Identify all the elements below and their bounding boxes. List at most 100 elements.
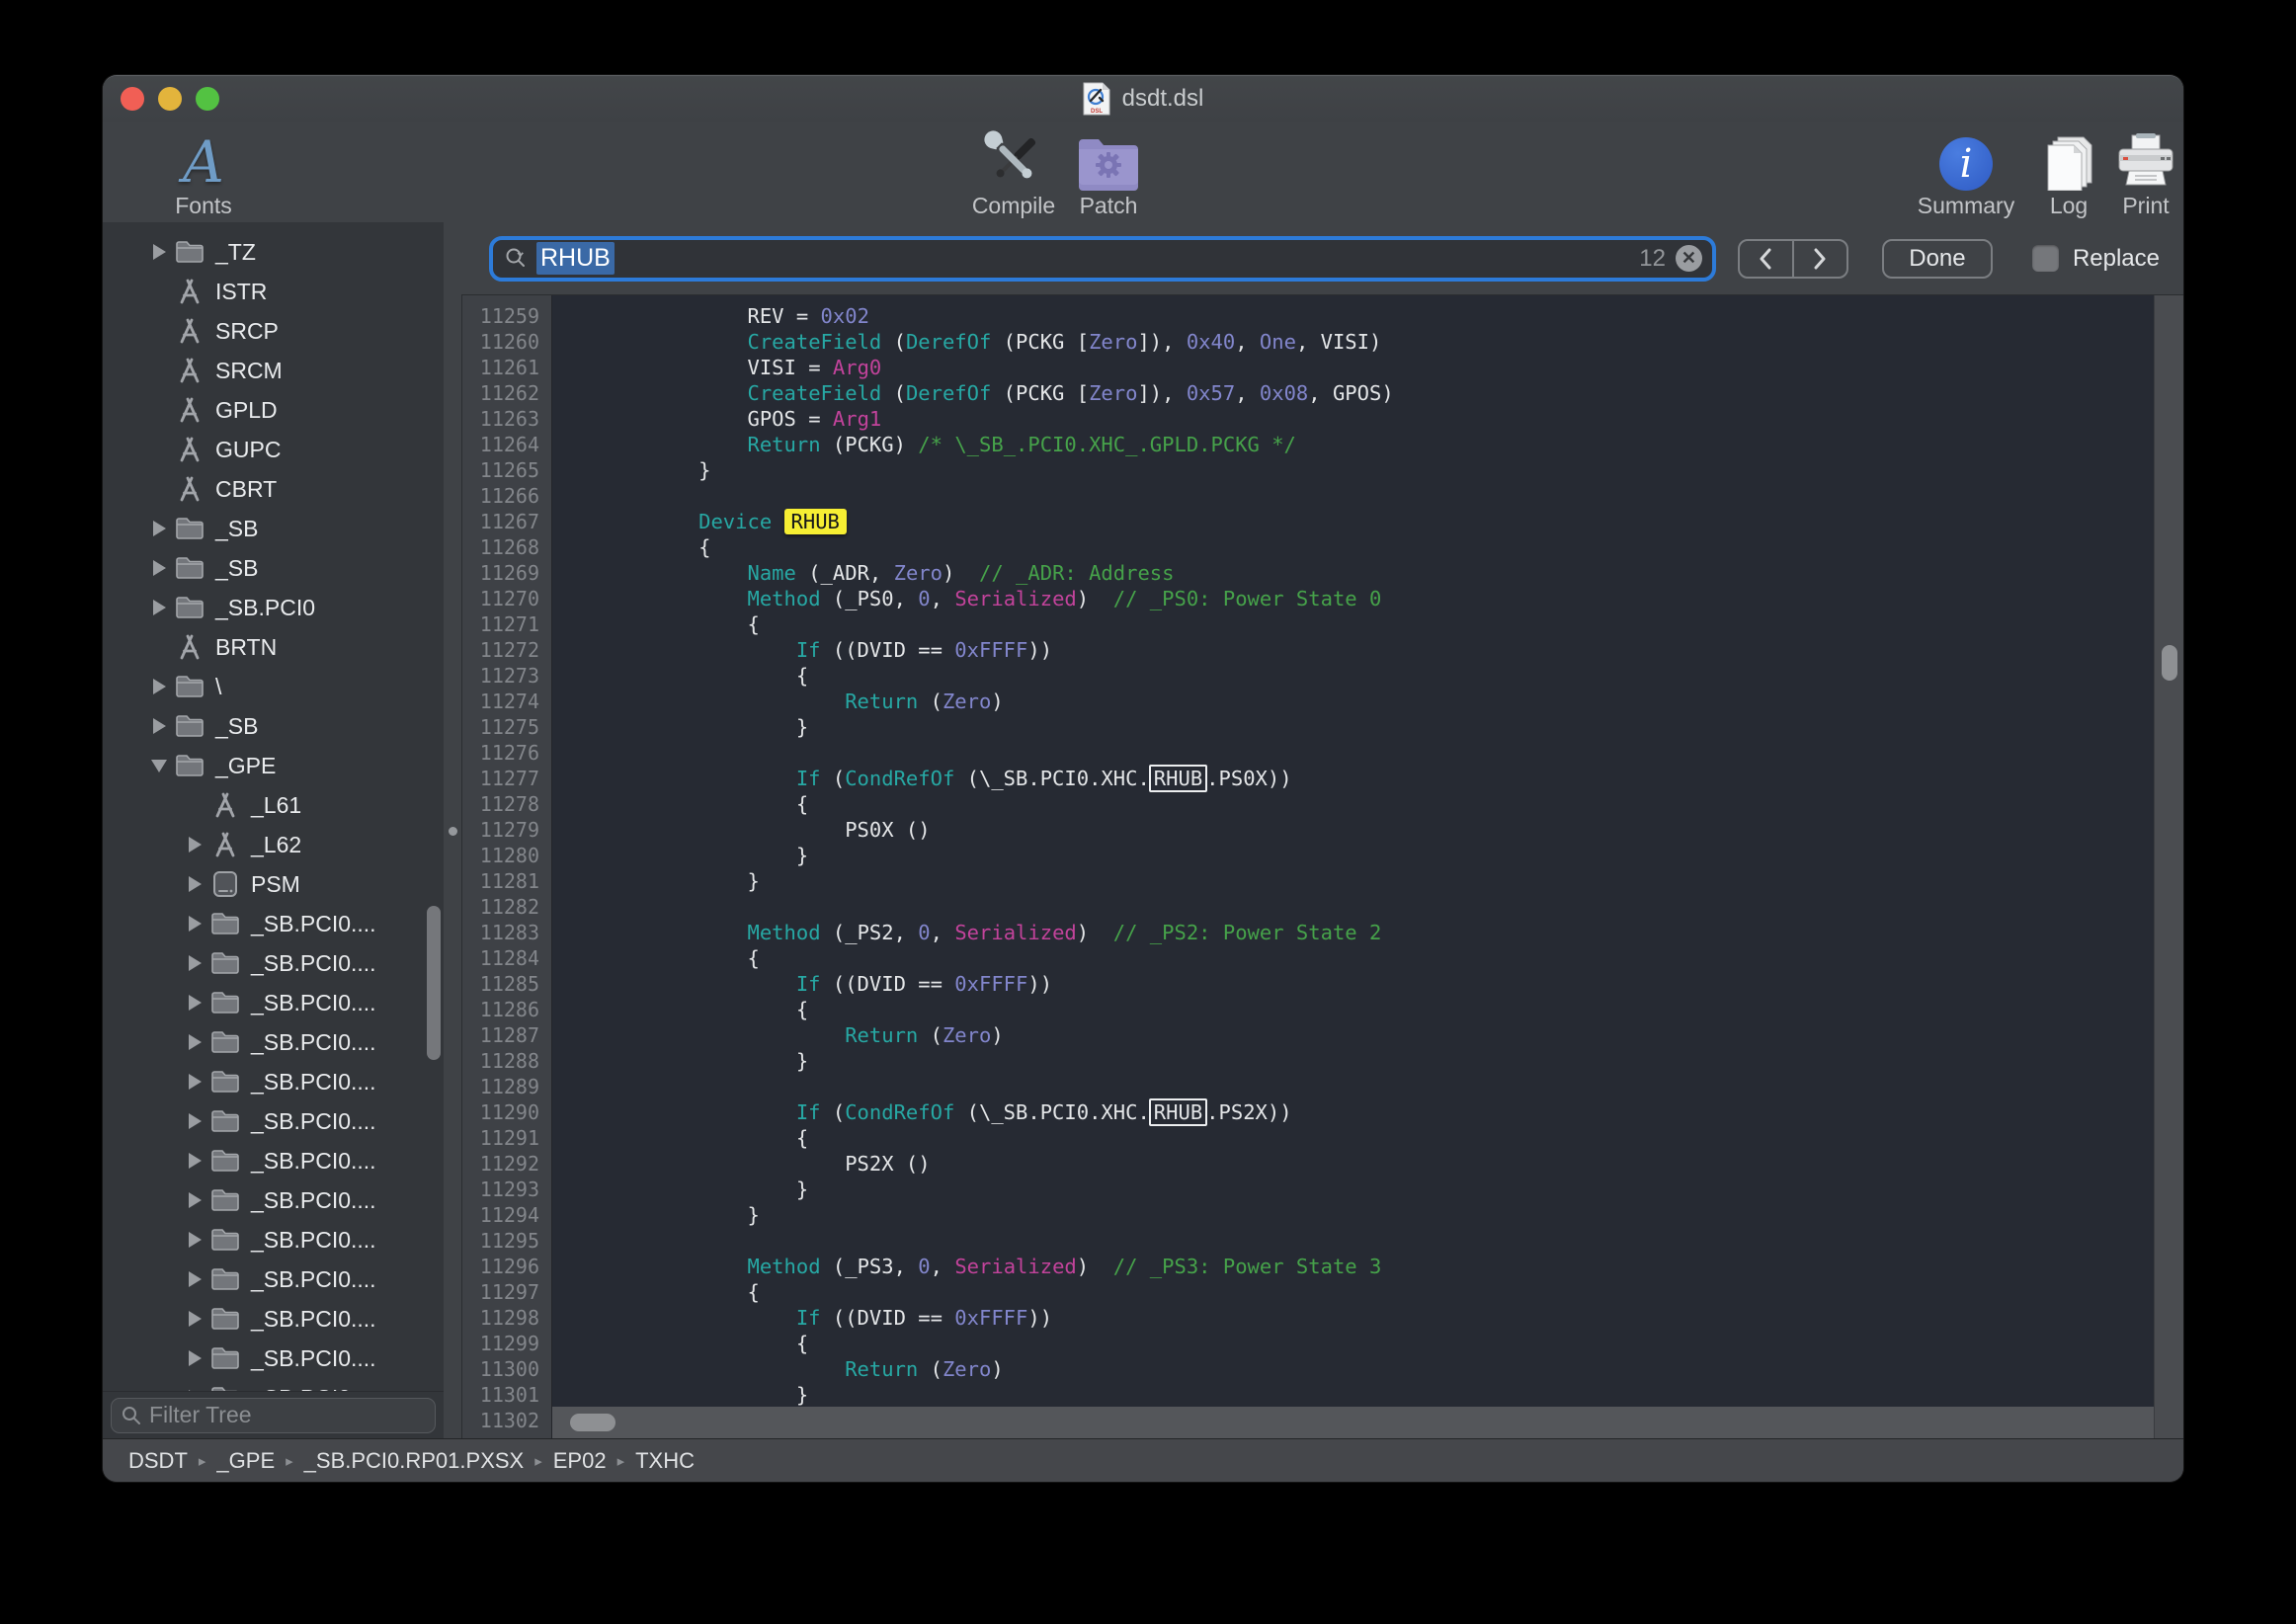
titlebar[interactable]: DSL dsdt.dsl: [103, 76, 2183, 122]
disclosure-triangle-icon[interactable]: [146, 600, 172, 615]
disclosure-triangle-icon[interactable]: [182, 876, 207, 892]
find-input[interactable]: RHUB 12 ✕: [489, 236, 1716, 282]
tree-item-_sbpci0[interactable]: _SB.PCI0....: [103, 1062, 444, 1101]
tree-item-_sb[interactable]: _SB: [103, 548, 444, 588]
tree-item-brtn[interactable]: BRTN: [103, 627, 444, 667]
replace-checkbox[interactable]: [2032, 245, 2059, 272]
minimize-window-button[interactable]: [158, 87, 182, 111]
search-icon: [122, 1406, 141, 1425]
horizontal-scrollbar[interactable]: [552, 1407, 2154, 1438]
tree-item-gupc[interactable]: GUPC: [103, 430, 444, 469]
disclosure-triangle-icon[interactable]: [182, 1192, 207, 1208]
tree-item-_sb[interactable]: _SB: [103, 509, 444, 548]
splitter-handle[interactable]: [449, 827, 457, 836]
search-menu-icon[interactable]: [505, 247, 529, 271]
next-match-button[interactable]: [1794, 241, 1846, 277]
done-button[interactable]: Done: [1882, 239, 1993, 279]
tree-item-_sbpci0[interactable]: _SB.PCI0: [103, 1378, 444, 1391]
breadcrumb-item[interactable]: EP02: [553, 1448, 607, 1474]
code-line: [552, 1074, 2154, 1099]
tree-item-_sbpci0[interactable]: _SB.PCI0: [103, 588, 444, 627]
summary-button[interactable]: i Summary: [1907, 127, 2025, 219]
tree-item-_l61[interactable]: _L61: [103, 785, 444, 825]
disclosure-triangle-icon[interactable]: [182, 955, 207, 971]
line-number: 11291: [462, 1125, 551, 1151]
disclosure-triangle-icon[interactable]: [146, 521, 172, 536]
tree-item-gpld[interactable]: GPLD: [103, 390, 444, 430]
tree-item-_sbpci0[interactable]: _SB.PCI0....: [103, 1259, 444, 1299]
method-icon: [172, 317, 207, 345]
disclosure-triangle-icon[interactable]: [146, 760, 172, 772]
breadcrumb-item[interactable]: DSDT: [128, 1448, 188, 1474]
tree-item-_sb[interactable]: _SB: [103, 706, 444, 746]
tree-item-_l62[interactable]: _L62: [103, 825, 444, 864]
breadcrumb-item[interactable]: _SB.PCI0.RP01.PXSX: [304, 1448, 525, 1474]
tree-item-_sbpci0[interactable]: _SB.PCI0....: [103, 1141, 444, 1180]
pane-divider[interactable]: [444, 222, 461, 1438]
vertical-scrollbar-thumb[interactable]: [2162, 645, 2177, 681]
disclosure-triangle-icon[interactable]: [182, 837, 207, 853]
disclosure-triangle-icon[interactable]: [182, 995, 207, 1011]
code-line: [552, 1228, 2154, 1254]
horizontal-scrollbar-thumb[interactable]: [570, 1414, 615, 1431]
disclosure-triangle-icon[interactable]: [182, 916, 207, 932]
tree-item-label: _SB.PCI0....: [251, 1266, 376, 1293]
close-window-button[interactable]: [121, 87, 144, 111]
disclosure-triangle-icon[interactable]: [182, 1113, 207, 1129]
filter-tree-input[interactable]: Filter Tree: [111, 1398, 436, 1433]
tree-item-_sbpci0[interactable]: _SB.PCI0....: [103, 943, 444, 983]
disclosure-triangle-icon[interactable]: [146, 718, 172, 734]
line-number: 11295: [462, 1228, 551, 1254]
disclosure-triangle-icon[interactable]: [146, 679, 172, 694]
tree-item-_tz[interactable]: _TZ: [103, 232, 444, 272]
breadcrumb-separator-icon: ▸: [534, 1452, 542, 1470]
tree-item-_sbpci0[interactable]: _SB.PCI0....: [103, 1220, 444, 1259]
disclosure-triangle-icon[interactable]: [182, 1153, 207, 1169]
disclosure-triangle-icon[interactable]: [182, 1232, 207, 1248]
vertical-scrollbar[interactable]: [2154, 295, 2183, 1438]
tree-item-label: SRCM: [215, 358, 283, 384]
disclosure-triangle-icon[interactable]: [182, 1034, 207, 1050]
disclosure-triangle-icon[interactable]: [182, 1350, 207, 1366]
tree-item-_sbpci0[interactable]: _SB.PCI0....: [103, 983, 444, 1022]
tree-item-_gpe[interactable]: _GPE: [103, 746, 444, 785]
folder-icon: [172, 714, 207, 738]
tree-item-srcp[interactable]: SRCP: [103, 311, 444, 351]
print-button[interactable]: Print: [2087, 127, 2183, 219]
disclosure-triangle-icon[interactable]: [146, 560, 172, 576]
namespace-tree[interactable]: _TZISTRSRCPSRCMGPLDGUPCCBRT_SB_SB_SB.PCI…: [103, 222, 444, 1391]
breadcrumb-separator-icon: ▸: [286, 1452, 293, 1470]
tree-item-istr[interactable]: ISTR: [103, 272, 444, 311]
previous-match-button[interactable]: [1740, 241, 1794, 277]
disclosure-triangle-icon[interactable]: [182, 1390, 207, 1391]
tree-item-_sbpci0[interactable]: _SB.PCI0....: [103, 1299, 444, 1339]
patch-button[interactable]: Patch: [1049, 127, 1168, 219]
disclosure-triangle-icon[interactable]: [182, 1074, 207, 1090]
sidebar-scrollbar-thumb[interactable]: [427, 906, 441, 1060]
code-line: }: [552, 1177, 2154, 1202]
tree-item-psm[interactable]: PSM: [103, 864, 444, 904]
disclosure-triangle-icon[interactable]: [146, 244, 172, 260]
svg-text:DSL: DSL: [1091, 109, 1103, 115]
tree-item-_sbpci0[interactable]: _SB.PCI0....: [103, 1180, 444, 1220]
fonts-button[interactable]: A Fonts: [144, 127, 263, 219]
tree-item-srcm[interactable]: SRCM: [103, 351, 444, 390]
disclosure-triangle-icon[interactable]: [182, 1311, 207, 1327]
tree-item-[interactable]: \: [103, 667, 444, 706]
tree-item-cbrt[interactable]: CBRT: [103, 469, 444, 509]
line-number: 11261: [462, 355, 551, 380]
code-line: REV = 0x02: [552, 303, 2154, 329]
clear-search-button[interactable]: ✕: [1676, 245, 1702, 272]
sidebar-scrollbar[interactable]: [427, 222, 441, 1438]
tree-item-_sbpci0[interactable]: _SB.PCI0....: [103, 904, 444, 943]
code-editor[interactable]: REV = 0x02 CreateField (DerefOf (PCKG [Z…: [552, 295, 2154, 1407]
match-count: 12: [1639, 245, 1666, 273]
zoom-window-button[interactable]: [196, 87, 219, 111]
breadcrumb-item[interactable]: TXHC: [635, 1448, 695, 1474]
tree-item-_sbpci0[interactable]: _SB.PCI0....: [103, 1339, 444, 1378]
tree-item-_sbpci0[interactable]: _SB.PCI0....: [103, 1022, 444, 1062]
line-number: 11284: [462, 945, 551, 971]
breadcrumb-item[interactable]: _GPE: [216, 1448, 275, 1474]
tree-item-_sbpci0[interactable]: _SB.PCI0....: [103, 1101, 444, 1141]
disclosure-triangle-icon[interactable]: [182, 1271, 207, 1287]
